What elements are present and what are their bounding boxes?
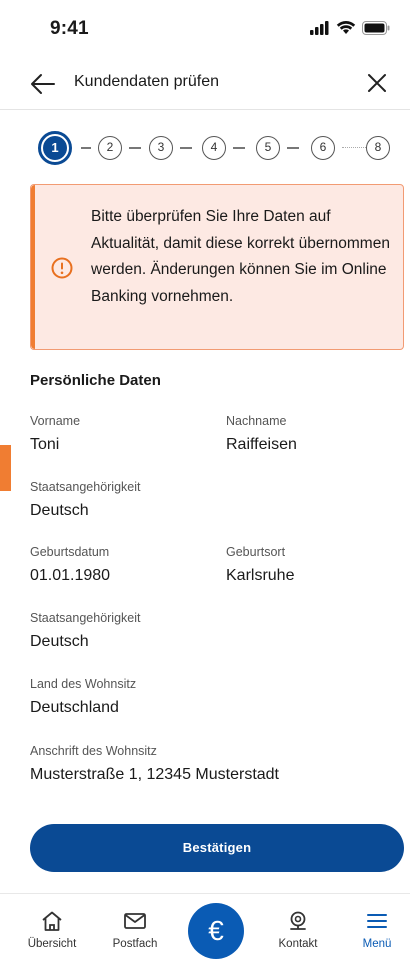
step-8: 8 [366, 136, 390, 160]
step-connector [129, 147, 141, 149]
side-marker [0, 445, 11, 491]
confirm-button[interactable]: Bestätigen [30, 824, 404, 872]
status-time: 9:41 [50, 18, 89, 39]
lastname-label: Nachname [226, 414, 287, 428]
warning-circle-icon [51, 257, 73, 279]
hamburger-menu-icon [367, 914, 387, 928]
close-icon[interactable] [366, 72, 388, 94]
alert-accent-bar [31, 185, 35, 349]
app-screen: 9:41 Kundendaten prüfen 1 2 3 4 5 6 8 Bi… [0, 0, 410, 965]
alert-message: Bitte überprüfen Sie Ihre Daten auf Aktu… [91, 208, 390, 305]
status-icons [310, 20, 390, 35]
step-2: 2 [98, 136, 122, 160]
firstname-label: Vorname [30, 414, 81, 428]
battery-icon [362, 20, 390, 35]
lastname-value: Raiffeisen [226, 436, 297, 453]
progress-stepper: 1 2 3 4 5 6 8 [38, 131, 393, 165]
home-icon [42, 911, 62, 931]
step-1: 1 [38, 131, 72, 165]
nationality-label: Staatsangehörigkeit [30, 611, 141, 625]
wifi-icon [336, 20, 356, 34]
birthplace-label: Geburtsort [226, 545, 286, 559]
tab-menu[interactable]: Menü [348, 894, 406, 965]
step-ellipsis-connector [342, 147, 366, 148]
tab-inbox-label: Postfach [112, 938, 158, 950]
firstname-value: Toni [30, 436, 60, 453]
nationality-label: Staatsangehörigkeit [30, 480, 141, 494]
header: Kundendaten prüfen [0, 58, 410, 110]
birthdate-value: 01.01.1980 [30, 567, 111, 584]
nationality-value: Deutsch [30, 502, 89, 519]
section-title: Persönliche Daten [30, 372, 161, 389]
step-5: 5 [256, 136, 280, 160]
info-alert: Bitte überprüfen Sie Ihre Daten auf Aktu… [30, 184, 404, 350]
address-label: Anschrift des Wohnsitz [30, 744, 157, 758]
step-connector [287, 147, 299, 149]
tab-contact[interactable]: Kontakt [266, 894, 330, 965]
step-connector [81, 147, 91, 149]
birthdate-label: Geburtsdatum [30, 545, 110, 559]
step-connector [233, 147, 245, 149]
country-value: Deutschland [30, 699, 119, 716]
step-connector [180, 147, 192, 149]
signal-icon [310, 20, 329, 35]
tab-contact-label: Kontakt [278, 938, 318, 950]
page-title: Kundendaten prüfen [74, 73, 220, 90]
euro-icon: € [208, 915, 224, 946]
step-1-label: 1 [43, 136, 67, 160]
country-label: Land des Wohnsitz [30, 677, 137, 691]
mail-icon [124, 913, 146, 929]
status-bar: 9:41 [0, 0, 410, 60]
nationality-value: Deutsch [30, 633, 89, 650]
birthplace-value: Karlsruhe [226, 567, 295, 584]
address-value: Musterstraße 1, 12345 Musterstadt [30, 766, 279, 783]
tab-inbox[interactable]: Postfach [103, 894, 167, 965]
step-4: 4 [202, 136, 226, 160]
step-3: 3 [149, 136, 173, 160]
back-arrow-icon[interactable] [30, 72, 56, 96]
tab-overview-label: Übersicht [27, 938, 77, 950]
step-6: 6 [311, 136, 335, 160]
tab-menu-label: Menü [362, 938, 392, 950]
euro-action-button[interactable]: € [188, 903, 244, 959]
tab-overview[interactable]: Übersicht [20, 894, 84, 965]
headset-icon [290, 911, 306, 930]
